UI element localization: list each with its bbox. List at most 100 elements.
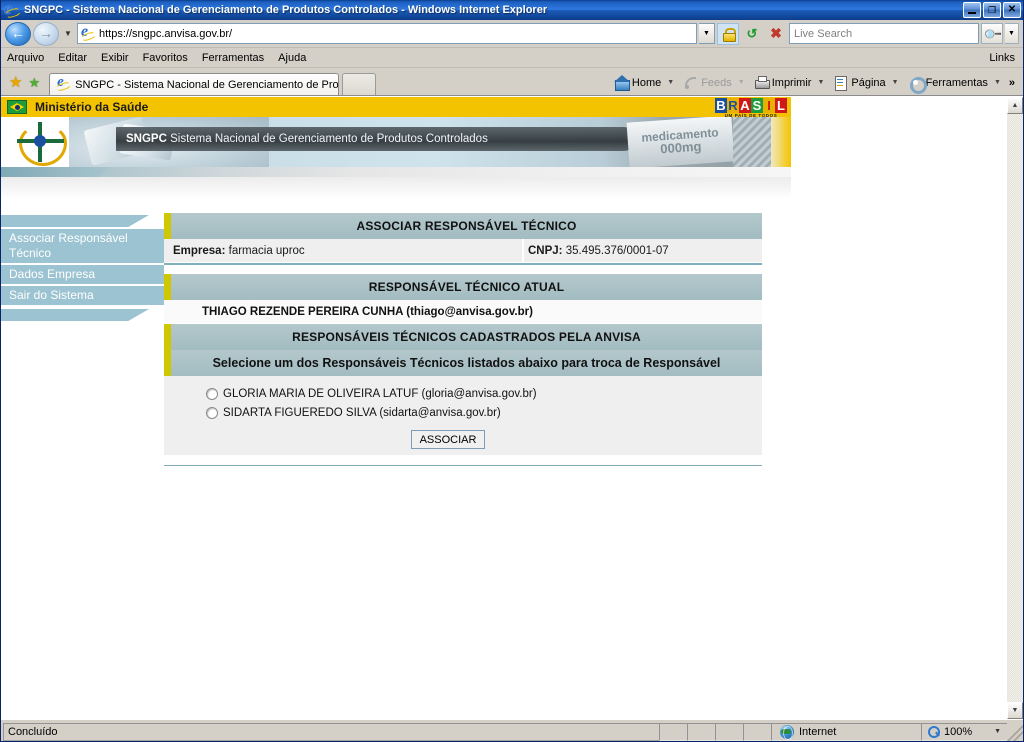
brazil-flag-icon: [7, 100, 27, 114]
new-tab-button[interactable]: [342, 73, 377, 95]
search-go-button[interactable]: 🔍: [981, 23, 1003, 44]
brasil-letter: R: [727, 98, 739, 113]
tools-label: Ferramentas: [925, 76, 988, 89]
address-dropdown-button[interactable]: ▼: [699, 23, 715, 44]
tools-button[interactable]: Ferramentas: [905, 74, 991, 94]
tab-bar: ★ ★ SNGPC - Sistema Nacional de Gerencia…: [1, 68, 1023, 96]
resize-grip[interactable]: [1007, 720, 1023, 741]
stop-button[interactable]: ✖: [765, 23, 787, 45]
lock-icon: [722, 27, 736, 42]
menu-arquivo[interactable]: Arquivo: [7, 52, 44, 64]
menu-editar[interactable]: Editar: [58, 52, 87, 64]
globe-icon: [780, 724, 794, 740]
med-line-2: 000mg: [659, 139, 702, 157]
scroll-down-button[interactable]: ▼: [1007, 702, 1023, 719]
cnpj-cell: CNPJ: 35.495.376/0001-07: [524, 239, 762, 262]
current-responsavel-band: RESPONSÁVEL TÉCNICO ATUAL: [164, 274, 762, 300]
minimize-button[interactable]: [963, 2, 981, 18]
sidebar-cap-bottom: [1, 309, 149, 321]
radio-option-row[interactable]: SIDARTA FIGUEREDO SILVA (sidarta@anvisa.…: [164, 403, 762, 422]
page-scrollbar[interactable]: ▲ ▼: [1006, 97, 1023, 719]
page-icon: [80, 23, 96, 42]
home-caret-icon[interactable]: ▼: [666, 79, 678, 86]
recent-pages-caret-icon[interactable]: ▼: [61, 23, 75, 45]
tab-page-icon: [56, 74, 71, 92]
page-button[interactable]: Página: [830, 74, 888, 91]
forward-button[interactable]: →: [33, 21, 59, 46]
menu-bar: Arquivo Editar Exibir Favoritos Ferramen…: [1, 48, 1023, 68]
security-zone[interactable]: Internet: [771, 722, 921, 741]
cnpj-value: 35.495.376/0001-07: [565, 244, 669, 257]
search-input[interactable]: Live Search: [789, 23, 979, 44]
radio-label-sidarta: SIDARTA FIGUEREDO SILVA (sidarta@anvisa.…: [223, 406, 501, 419]
print-button[interactable]: Imprimir: [751, 74, 815, 91]
brasil-letter: B: [715, 98, 727, 113]
radio-button-sidarta[interactable]: [206, 406, 218, 419]
current-section-title: RESPONSÁVEL TÉCNICO ATUAL: [171, 274, 762, 300]
security-lock-button[interactable]: [717, 22, 739, 45]
cnpj-label: CNPJ:: [528, 244, 563, 257]
address-url: https://sngpc.anvisa.gov.br/: [99, 27, 233, 40]
empresa-label: Empresa:: [173, 244, 226, 257]
zoom-level: 100%: [944, 725, 973, 738]
address-toolbar: ← → ▼ https://sngpc.anvisa.gov.br/ ▼ ↺ ✖…: [1, 20, 1023, 48]
radio-option-row[interactable]: GLORIA MARIA DE OLIVEIRA LATUF (gloria@a…: [164, 384, 762, 403]
menu-favoritos[interactable]: Favoritos: [143, 52, 188, 64]
ministry-title: Ministério da Saúde: [35, 100, 149, 114]
refresh-button[interactable]: ↺: [741, 23, 763, 45]
sidebar-item-dados-empresa[interactable]: Dados Empresa: [1, 265, 164, 286]
add-to-favorites-icon[interactable]: ★: [28, 76, 40, 89]
browser-tab[interactable]: SNGPC - Sistema Nacional de Gerenciament…: [49, 73, 340, 95]
search-provider-caret-icon[interactable]: ▼: [1005, 23, 1019, 44]
tools-caret-icon[interactable]: ▼: [993, 79, 1005, 86]
instruction-text: Selecione um dos Responsáveis Técnicos l…: [171, 350, 762, 376]
zoom-control[interactable]: 100% ▼: [921, 722, 1007, 741]
print-caret-icon[interactable]: ▼: [816, 79, 828, 86]
feeds-caret-icon[interactable]: ▼: [737, 79, 749, 86]
anvisa-logo-icon: [9, 120, 73, 166]
home-label: Home: [631, 76, 662, 89]
feeds-button[interactable]: Feeds: [680, 74, 735, 91]
associar-button[interactable]: ASSOCIAR: [411, 430, 485, 449]
address-input[interactable]: https://sngpc.anvisa.gov.br/: [77, 23, 697, 44]
command-overflow-icon[interactable]: »: [1007, 77, 1017, 89]
band-accent: [164, 350, 171, 376]
menu-ajuda[interactable]: Ajuda: [278, 52, 306, 64]
scrollbar-track[interactable]: [1007, 114, 1023, 702]
radio-button-gloria[interactable]: [206, 387, 218, 400]
back-button[interactable]: ←: [5, 21, 31, 46]
menu-exibir[interactable]: Exibir: [101, 52, 129, 64]
internet-explorer-icon: [4, 0, 20, 19]
menu-ferramentas[interactable]: Ferramentas: [202, 52, 264, 64]
favorites-center-icon[interactable]: ★: [9, 75, 22, 90]
restore-button[interactable]: [983, 2, 1001, 18]
gov-header-strip: Ministério da Saúde B R A S I L UM PAÍS …: [1, 97, 791, 118]
magnifier-icon: 🔍: [981, 23, 1003, 44]
scroll-up-button[interactable]: ▲: [1007, 97, 1023, 114]
close-icon: ✖: [770, 25, 782, 41]
submit-row: ASSOCIAR: [164, 422, 762, 449]
command-bar: Home ▼ Feeds ▼ Imprimir ▼ Página ▼ Ferra…: [611, 74, 1019, 95]
page-caret-icon[interactable]: ▼: [891, 79, 903, 86]
radio-label-gloria: GLORIA MARIA DE OLIVEIRA LATUF (gloria@a…: [223, 387, 537, 400]
status-cell: [687, 722, 715, 741]
home-button[interactable]: Home: [611, 74, 664, 91]
brasil-logo: B R A S I L UM PAÍS DE TODOS: [715, 98, 787, 118]
sidebar-item-associar-responsavel-tecnico[interactable]: Associar Responsável Técnico: [1, 229, 164, 265]
instruction-band: Selecione um dos Responsáveis Técnicos l…: [164, 350, 762, 376]
sidebar-item-sair-do-sistema[interactable]: Sair do Sistema: [1, 286, 164, 307]
feeds-icon: [683, 75, 698, 90]
page-body: Associar Responsável Técnico Dados Empre…: [1, 199, 1006, 466]
title-bar: SNGPC - Sistema Nacional de Gerenciament…: [1, 0, 1023, 20]
zoom-caret-icon[interactable]: ▼: [994, 728, 1001, 735]
company-info-row: Empresa: farmacia uproc CNPJ: 35.495.376…: [164, 239, 762, 263]
banner-title-bar: SNGPC Sistema Nacional de Gerenciamento …: [116, 127, 636, 151]
band-accent: [164, 324, 171, 350]
section-gap: [164, 265, 762, 274]
empresa-value: farmacia uproc: [228, 244, 305, 257]
brasil-letter: A: [739, 98, 751, 113]
close-button[interactable]: [1003, 2, 1021, 18]
links-bar-label[interactable]: Links: [989, 52, 1015, 64]
site-banner: SNGPC Sistema Nacional de Gerenciamento …: [1, 117, 791, 167]
current-responsavel-value: THIAGO REZENDE PEREIRA CUNHA (thiago@anv…: [202, 305, 563, 318]
